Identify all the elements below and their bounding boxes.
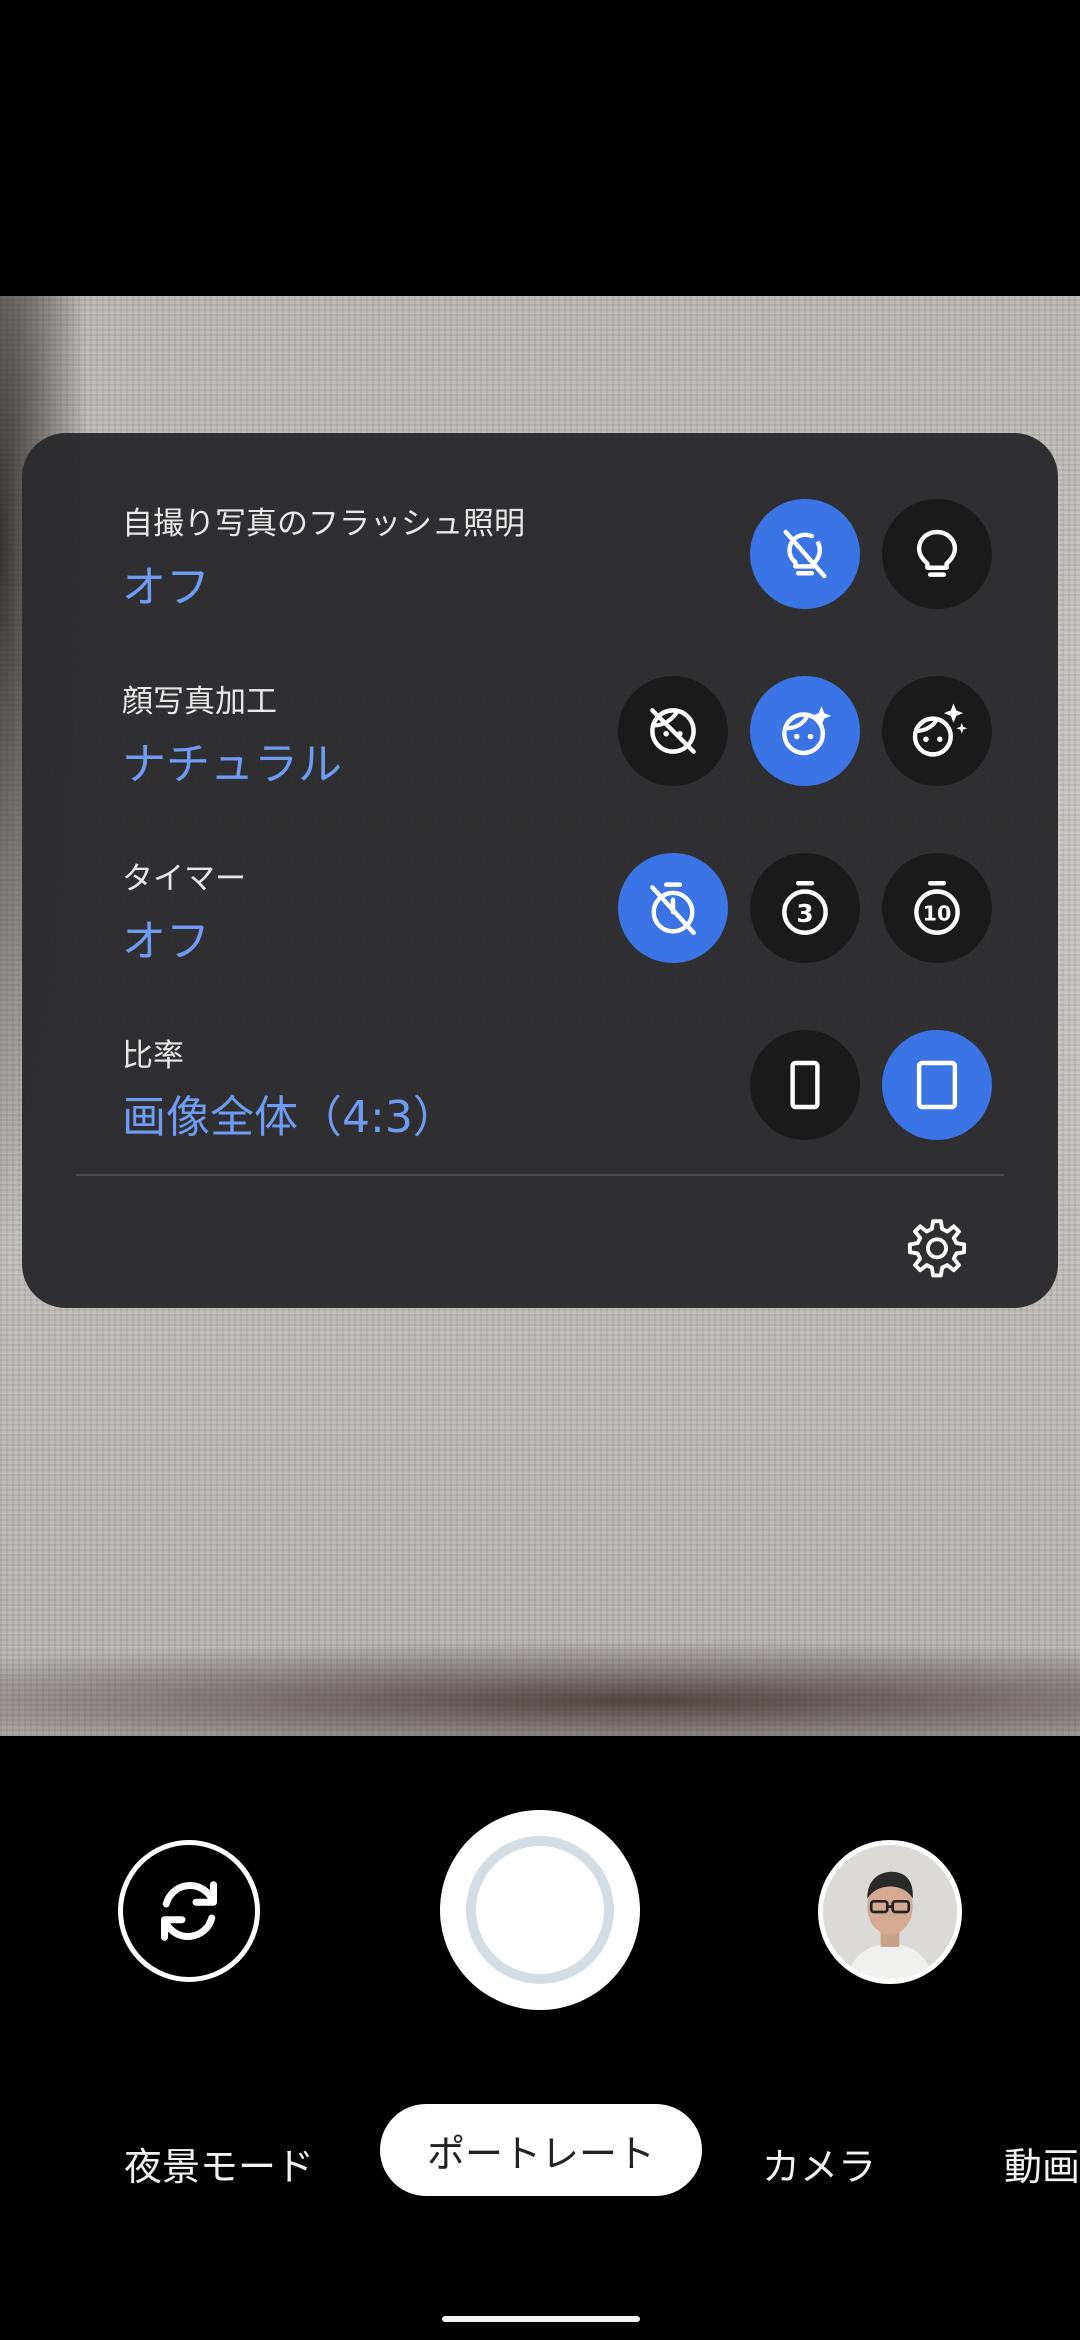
retouch-smooth-icon xyxy=(912,703,968,757)
shutter-button[interactable] xyxy=(440,1810,640,2010)
retouch-setting-value: ナチュラル xyxy=(122,739,342,790)
retouch-off-icon xyxy=(650,708,696,754)
timer-off-icon xyxy=(650,882,696,935)
ratio-full-icon xyxy=(790,1060,820,1110)
settings-button[interactable] xyxy=(900,1210,974,1284)
timer-3s-button[interactable]: 3 xyxy=(750,853,860,963)
flash-off-icon xyxy=(783,529,827,579)
timer-10s-button[interactable]: 10 xyxy=(882,853,992,963)
mode-night[interactable]: 夜景モード xyxy=(124,2136,314,2191)
ratio-4-3-icon xyxy=(916,1060,958,1110)
timer-10s-label: 10 xyxy=(923,901,952,925)
retouch-natural-button[interactable] xyxy=(750,676,860,786)
flash-setting-label: 自撮り写真のフラッシュ照明 xyxy=(122,506,525,542)
timer-off-button[interactable] xyxy=(618,853,728,963)
bulb-icon xyxy=(916,529,958,577)
timer-3s-label: 3 xyxy=(796,899,813,928)
flash-on-button[interactable] xyxy=(882,499,992,609)
timer-10s-icon: 10 xyxy=(914,881,960,935)
home-indicator[interactable] xyxy=(442,2316,640,2322)
ratio-setting-value: 画像全体（4:3） xyxy=(122,1092,457,1143)
ratio-4-3-button[interactable] xyxy=(882,1030,992,1140)
timer-setting-label: タイマー xyxy=(122,861,246,897)
ratio-setting-label: 比率 xyxy=(122,1038,184,1074)
gear-icon xyxy=(907,1219,967,1278)
retouch-smooth-button[interactable] xyxy=(882,676,992,786)
switch-camera-icon xyxy=(161,1881,217,1941)
flash-off-button[interactable] xyxy=(750,499,860,609)
mode-video[interactable]: 動画 xyxy=(1004,2136,1080,2191)
mode-camera[interactable]: カメラ xyxy=(762,2136,876,2191)
mode-portrait[interactable]: ポートレート xyxy=(380,2104,702,2196)
retouch-setting-label: 顔写真加工 xyxy=(122,684,277,720)
quick-settings-panel: 自撮り写真のフラッシュ照明 オフ 顔写真加工 ナチュラル タイマー オフ 3 1… xyxy=(22,433,1058,1308)
timer-setting-value: オフ xyxy=(122,916,210,967)
timer-3s-icon: 3 xyxy=(782,881,828,935)
flash-setting-value: オフ xyxy=(122,562,210,613)
ratio-full-button[interactable] xyxy=(750,1030,860,1140)
retouch-natural-icon xyxy=(782,706,832,756)
last-photo-thumbnail[interactable] xyxy=(818,1840,962,1984)
retouch-off-button[interactable] xyxy=(618,676,728,786)
switch-camera-button[interactable] xyxy=(118,1840,260,1982)
person-photo-icon xyxy=(823,1845,957,1979)
shutter-ring xyxy=(466,1836,614,1984)
panel-divider xyxy=(76,1174,1004,1176)
